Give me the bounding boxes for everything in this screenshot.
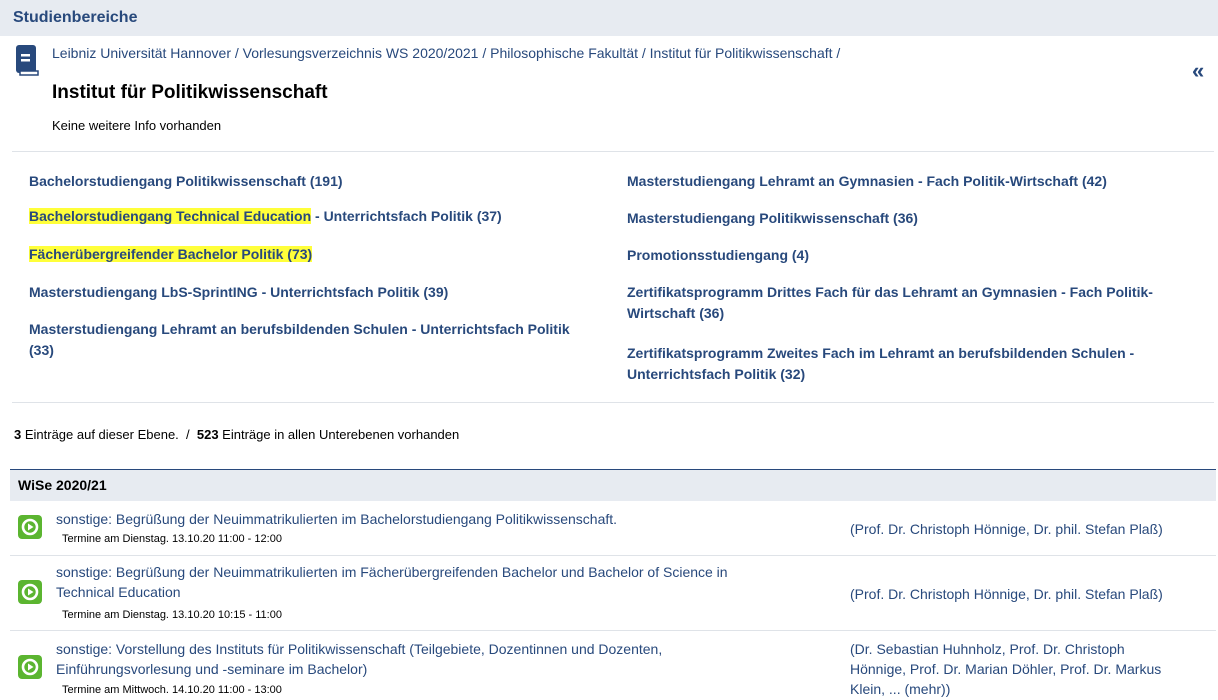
link-line: Wirtschaft (36) <box>627 305 725 321</box>
course-title[interactable]: sonstige: Begrüßung der Neuimmatrikulier… <box>56 562 728 602</box>
breadcrumb-item-vorlesungsverzeichnis[interactable]: Vorlesungsverzeichnis WS 2020/2021 / <box>243 45 487 61</box>
course-title[interactable]: sonstige: Vorstellung des Instituts für … <box>56 639 662 679</box>
course-time: Termine am Mittwoch. 14.10.20 11:00 - 13… <box>62 684 282 696</box>
course-title-line: Einführungsvorlesung und -seminare im Ba… <box>56 661 368 677</box>
course-row: sonstige: Begrüßung der Neuimmatrikulier… <box>10 501 1216 556</box>
course-lecturers[interactable]: (Prof. Dr. Christoph Hönnige, Dr. phil. … <box>850 519 1163 539</box>
link-ma-lehramt-gymnasien[interactable]: Masterstudiengang Lehramt an Gymnasien -… <box>627 171 1107 192</box>
link-line: Zertifikatsprogramm Drittes Fach für das… <box>627 284 1153 300</box>
link-line: Masterstudiengang Lehramt an berufsbilde… <box>29 321 570 337</box>
lecturer-line: Hönnige, Prof. Dr. Marian Döhler, Prof. … <box>850 661 1162 677</box>
book-icon <box>16 45 39 76</box>
level-count-text: Einträge auf dieser Ebene. <box>21 427 179 442</box>
course-title-line: sonstige: Vorstellung des Instituts für … <box>56 641 663 657</box>
double-chevron-left-icon[interactable]: « <box>1192 58 1204 84</box>
course-type-icon <box>18 515 42 539</box>
breadcrumb: Leibniz Universität Hannover / Vorlesung… <box>52 45 840 61</box>
info-text: Keine weitere Info vorhanden <box>52 118 222 133</box>
link-promotionsstudiengang[interactable]: Promotionsstudiengang (4) <box>627 245 809 266</box>
link-line: (33) <box>29 342 54 358</box>
course-lecturers[interactable]: (Prof. Dr. Christoph Hönnige, Dr. phil. … <box>850 584 1163 604</box>
course-type-icon <box>18 580 42 604</box>
breadcrumb-item-institut[interactable]: Institut für Politikwissenschaft / <box>650 45 841 61</box>
course-title-line: sonstige: Begrüßung der Neuimmatrikulier… <box>56 511 618 527</box>
divider <box>12 402 1214 403</box>
semester-header: WiSe 2020/21 <box>10 469 1216 501</box>
lecturer-line: (Dr. Sebastian Huhnholz, Prof. Dr. Chris… <box>850 641 1125 657</box>
separator: / <box>178 427 197 442</box>
entry-count: 3 Einträge auf dieser Ebene. / 523 Eintr… <box>14 427 459 442</box>
course-title-line: Technical Education <box>56 584 181 600</box>
lecturer-line: (Prof. Dr. Christoph Hönnige, Dr. phil. … <box>850 586 1163 602</box>
course-lecturers[interactable]: (Dr. Sebastian Huhnholz, Prof. Dr. Chris… <box>850 639 1161 699</box>
course-type-icon <box>18 655 42 679</box>
total-count: 523 <box>196 427 219 442</box>
lecturer-line: (Prof. Dr. Christoph Hönnige, Dr. phil. … <box>850 521 1163 537</box>
course-time: Termine am Dienstag. 13.10.20 10:15 - 11… <box>62 609 282 621</box>
link-ma-lbs-sprinting[interactable]: Masterstudiengang LbS-SprintING - Unterr… <box>29 282 448 303</box>
breadcrumb-item-fakultaet[interactable]: Philosophische Fakultät / <box>490 45 646 61</box>
section-title: Studienbereiche <box>13 9 138 26</box>
link-ba-politikwissenschaft[interactable]: Bachelorstudiengang Politikwissenschaft … <box>29 171 343 192</box>
link-ba-technical-education[interactable]: Bachelorstudiengang Technical Education … <box>29 206 502 227</box>
link-line: Unterrichtsfach Politik (32) <box>627 366 806 382</box>
course-title[interactable]: sonstige: Begrüßung der Neuimmatrikulier… <box>56 509 617 529</box>
page-title: Institut für Politikwissenschaft <box>52 82 328 103</box>
lecturer-line: Klein, ... (mehr)) <box>850 681 951 697</box>
course-row: sonstige: Begrüßung der Neuimmatrikulier… <box>10 556 1216 631</box>
link-zertifikat-zweites-fach[interactable]: Zertifikatsprogramm Zweites Fach im Lehr… <box>627 343 1134 385</box>
total-count-text: Einträge in allen Unterebenen vorhanden <box>218 427 460 442</box>
link-rest: - Unterrichtsfach Politik (37) <box>311 208 502 224</box>
course-row: sonstige: Vorstellung des Instituts für … <box>10 631 1216 700</box>
semester-label: WiSe 2020/21 <box>18 477 107 493</box>
section-header: Studienbereiche <box>0 0 1218 36</box>
course-time: Termine am Dienstag. 13.10.20 11:00 - 12… <box>62 533 282 545</box>
link-ma-politikwissenschaft[interactable]: Masterstudiengang Politikwissenschaft (3… <box>627 208 918 229</box>
link-line: Zertifikatsprogramm Zweites Fach im Lehr… <box>627 345 1135 361</box>
highlight: Bachelorstudiengang Technical Education <box>29 208 312 224</box>
course-title-line: sonstige: Begrüßung der Neuimmatrikulier… <box>56 564 728 580</box>
link-zertifikat-drittes-fach[interactable]: Zertifikatsprogramm Drittes Fach für das… <box>627 282 1153 324</box>
link-ma-lehramt-berufsbildend[interactable]: Masterstudiengang Lehramt an berufsbilde… <box>29 319 570 361</box>
link-faecheruebergreifender-bachelor[interactable]: Fächerübergreifender Bachelor Politik (7… <box>29 244 313 265</box>
divider <box>12 151 1214 152</box>
highlight: Fächerübergreifender Bachelor Politik (7… <box>29 246 313 262</box>
breadcrumb-item-university[interactable]: Leibniz Universität Hannover / <box>52 45 239 61</box>
